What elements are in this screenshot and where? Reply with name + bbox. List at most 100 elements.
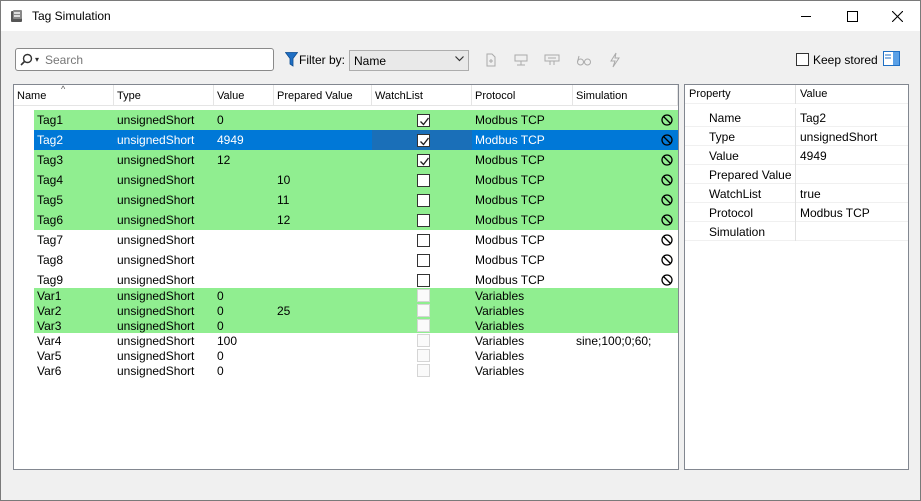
cell-protocol: Modbus TCP bbox=[475, 193, 545, 207]
cell-name: Tag7 bbox=[37, 233, 64, 247]
watchlist-checkbox[interactable] bbox=[417, 113, 430, 127]
property-value[interactable]: Tag2 bbox=[796, 108, 826, 127]
no-simulation-icon[interactable] bbox=[661, 154, 673, 166]
cell-name: Var5 bbox=[37, 348, 62, 363]
cell-value: 4949 bbox=[217, 133, 244, 147]
property-row[interactable]: Prepared Value bbox=[685, 165, 908, 184]
no-simulation-icon[interactable] bbox=[661, 114, 673, 126]
watchlist-checkbox[interactable] bbox=[417, 173, 430, 187]
watchlist-checkbox bbox=[417, 289, 430, 302]
cell-value: 0 bbox=[217, 303, 224, 318]
column-header-value[interactable]: Value bbox=[214, 85, 274, 106]
cell-prepared: 10 bbox=[277, 173, 291, 187]
watchlist-checkbox[interactable] bbox=[417, 253, 430, 267]
cell-type: unsignedShort bbox=[117, 113, 195, 127]
device-icon[interactable] bbox=[544, 52, 560, 68]
table-row[interactable]: Tag7 unsignedShort Modbus TCP bbox=[14, 230, 678, 250]
table-row[interactable]: Tag3 unsignedShort 12 Modbus TCP bbox=[14, 150, 678, 170]
filter-select[interactable]: Name bbox=[349, 50, 469, 71]
column-header-prepared-value[interactable]: Prepared Value bbox=[274, 85, 372, 106]
lightning-icon[interactable] bbox=[607, 52, 623, 68]
window-title: Tag Simulation bbox=[32, 9, 111, 23]
property-row[interactable]: WatchList true bbox=[685, 184, 908, 203]
new-document-icon[interactable] bbox=[483, 52, 499, 68]
cell-name: Tag1 bbox=[37, 113, 64, 127]
cell-prepared bbox=[274, 363, 372, 378]
property-row[interactable]: Simulation bbox=[685, 222, 908, 241]
column-header-watchlist[interactable]: WatchList bbox=[372, 85, 472, 106]
cell-prepared bbox=[274, 348, 372, 363]
table-row[interactable]: Tag1 unsignedShort 0 Modbus TCP bbox=[14, 110, 678, 130]
cell-protocol: Variables bbox=[475, 333, 525, 348]
search-input[interactable]: ▾ Search bbox=[15, 48, 274, 71]
property-value[interactable]: unsignedShort bbox=[796, 127, 877, 146]
property-value[interactable] bbox=[796, 165, 800, 184]
table-row[interactable]: Tag9 unsignedShort Modbus TCP bbox=[14, 270, 678, 290]
table-row[interactable]: Var3 unsignedShort 0 Variables bbox=[14, 318, 678, 333]
search-dropdown-icon[interactable]: ▾ bbox=[35, 55, 39, 64]
watchlist-checkbox[interactable] bbox=[417, 153, 430, 167]
maximize-button[interactable] bbox=[829, 1, 875, 31]
cell-type: unsignedShort bbox=[117, 303, 195, 318]
property-header: Property Value bbox=[685, 85, 908, 104]
title-bar[interactable]: Tag Simulation bbox=[1, 1, 920, 31]
property-value[interactable]: Modbus TCP bbox=[796, 203, 870, 222]
property-value[interactable]: 4949 bbox=[796, 146, 827, 165]
filter-icon bbox=[285, 52, 298, 67]
tag-grid[interactable]: Name Type Value Prepared Value WatchList Prot… bbox=[13, 84, 679, 470]
no-simulation-icon[interactable] bbox=[661, 194, 673, 206]
cell-type: unsignedShort bbox=[117, 253, 195, 267]
property-value[interactable] bbox=[796, 222, 800, 241]
table-row[interactable]: Var6 unsignedShort 0 Variables bbox=[14, 363, 678, 378]
table-row[interactable]: Var5 unsignedShort 0 Variables bbox=[14, 348, 678, 363]
cell-simulation bbox=[573, 318, 678, 333]
watchlist-checkbox[interactable] bbox=[417, 213, 430, 227]
table-row[interactable]: Tag2 unsignedShort 4949 Modbus TCP bbox=[14, 130, 678, 150]
column-header-simulation[interactable]: Simulation bbox=[573, 85, 678, 106]
table-row[interactable]: Var1 unsignedShort 0 Variables bbox=[14, 288, 678, 303]
property-value[interactable]: true bbox=[796, 184, 821, 203]
property-header-name: Property bbox=[685, 85, 796, 104]
no-simulation-icon[interactable] bbox=[661, 254, 673, 266]
cell-type: unsignedShort bbox=[117, 333, 195, 348]
sort-ascending-icon: ^ bbox=[61, 84, 66, 94]
cell-prepared bbox=[274, 110, 372, 130]
watchlist-checkbox[interactable] bbox=[417, 193, 430, 207]
table-row[interactable]: Var4 unsignedShort 100 Variables sine;100;0;… bbox=[14, 333, 678, 348]
property-row[interactable]: Value 4949 bbox=[685, 146, 908, 165]
watchlist-checkbox[interactable] bbox=[417, 233, 430, 247]
table-row[interactable]: Tag6 unsignedShort 12 Modbus TCP bbox=[14, 210, 678, 230]
property-name: Value bbox=[685, 146, 796, 165]
column-header-protocol[interactable]: Protocol bbox=[472, 85, 573, 106]
table-row[interactable]: Tag5 unsignedShort 11 Modbus TCP bbox=[14, 190, 678, 210]
property-name: Simulation bbox=[685, 222, 796, 241]
table-row[interactable]: Var2 unsignedShort 0 25 Variables bbox=[14, 303, 678, 318]
no-simulation-icon[interactable] bbox=[661, 234, 673, 246]
cell-protocol: Modbus TCP bbox=[475, 273, 545, 287]
network-icon[interactable] bbox=[513, 52, 529, 68]
property-row[interactable]: Type unsignedShort bbox=[685, 127, 908, 146]
cell-name: Var2 bbox=[37, 303, 62, 318]
table-row[interactable]: Tag4 unsignedShort 10 Modbus TCP bbox=[14, 170, 678, 190]
watchlist-checkbox[interactable] bbox=[417, 273, 430, 287]
close-button[interactable] bbox=[874, 1, 920, 31]
watchlist-checkbox[interactable] bbox=[417, 133, 430, 147]
property-row[interactable]: Protocol Modbus TCP bbox=[685, 203, 908, 222]
cell-protocol: Modbus TCP bbox=[475, 153, 545, 167]
panel-toggle-icon[interactable] bbox=[883, 51, 900, 66]
no-simulation-icon[interactable] bbox=[661, 174, 673, 186]
no-simulation-icon[interactable] bbox=[661, 134, 673, 146]
check-icon bbox=[420, 137, 430, 146]
no-simulation-icon[interactable] bbox=[661, 214, 673, 226]
cell-prepared bbox=[274, 230, 372, 250]
keep-stored-box[interactable] bbox=[796, 53, 809, 66]
column-header-type[interactable]: Type bbox=[114, 85, 214, 106]
table-row[interactable]: Tag8 unsignedShort Modbus TCP bbox=[14, 250, 678, 270]
glasses-icon[interactable] bbox=[576, 52, 592, 68]
cell-name: Tag2 bbox=[37, 133, 64, 147]
property-row[interactable]: Name Tag2 bbox=[685, 108, 908, 127]
cell-simulation: sine;100;0;60; bbox=[576, 333, 652, 348]
cell-value: 0 bbox=[217, 348, 224, 363]
minimize-button[interactable] bbox=[783, 1, 829, 31]
no-simulation-icon[interactable] bbox=[661, 274, 673, 286]
